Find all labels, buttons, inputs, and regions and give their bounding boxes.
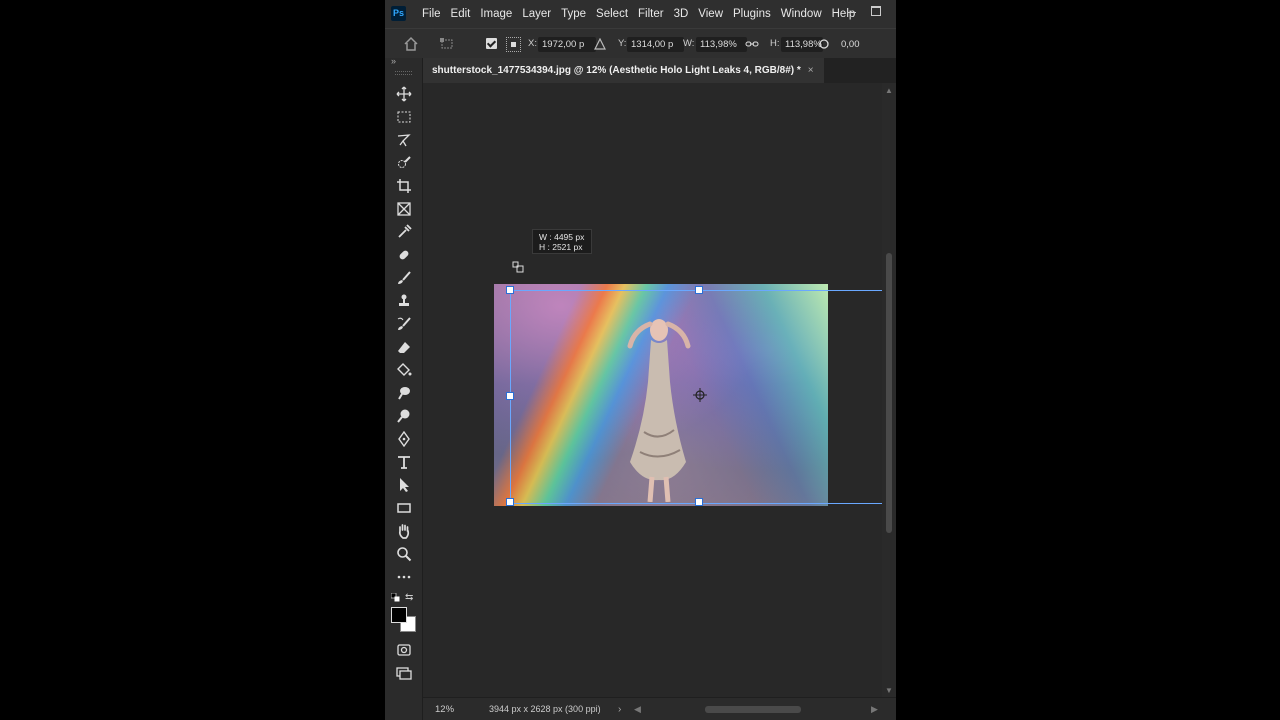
- swap-colors-icon[interactable]: ⇆: [405, 592, 413, 603]
- transform-handle-left[interactable]: [506, 392, 514, 400]
- zoom-tool-icon[interactable]: [391, 544, 417, 564]
- eyedropper-tool-icon[interactable]: [391, 222, 417, 242]
- maximize-window-icon[interactable]: [871, 6, 881, 16]
- vertical-scroll-thumb[interactable]: [886, 253, 892, 533]
- vertical-scrollbar[interactable]: ▲ ▼: [882, 83, 896, 697]
- zoom-level[interactable]: 12%: [435, 698, 454, 720]
- scroll-left-icon[interactable]: ◀: [634, 698, 641, 720]
- lasso-tool-icon[interactable]: [391, 130, 417, 150]
- link-aspect-icon[interactable]: [743, 29, 761, 59]
- y-position-field[interactable]: 1314,00 p: [627, 37, 684, 52]
- scroll-down-icon[interactable]: ▼: [885, 686, 893, 695]
- checkbox-icon[interactable]: [486, 38, 497, 49]
- width-percent-field[interactable]: 113,98%: [696, 37, 747, 52]
- scale-cursor-icon: [512, 261, 524, 273]
- hand-tool-icon[interactable]: [391, 521, 417, 541]
- delta-icon[interactable]: [592, 29, 608, 59]
- transform-handle-bottom[interactable]: [695, 498, 703, 506]
- transform-reference-point-icon[interactable]: [693, 388, 707, 402]
- transform-handle-top-left[interactable]: [506, 286, 514, 294]
- transform-mode-icon[interactable]: [437, 29, 457, 59]
- history-brush-tool-icon[interactable]: [391, 314, 417, 334]
- paint-bucket-tool-icon[interactable]: [391, 360, 417, 380]
- rectangle-tool-icon[interactable]: [391, 498, 417, 518]
- brush-tool-icon[interactable]: [391, 268, 417, 288]
- document-tab-title: shutterstock_1477534394.jpg @ 12% (Aesth…: [432, 65, 801, 76]
- dodge-tool-icon[interactable]: [391, 406, 417, 426]
- reference-point-icon[interactable]: [506, 37, 521, 52]
- crop-tool-icon[interactable]: [391, 176, 417, 196]
- minimize-window-icon[interactable]: [847, 8, 857, 18]
- panel-grip[interactable]: [395, 71, 412, 75]
- tools-panel: » ⇆: [385, 56, 423, 720]
- rotation-angle-field[interactable]: 0,00: [837, 37, 881, 52]
- menu-plugins[interactable]: Plugins: [728, 0, 776, 28]
- w-label: W:: [683, 38, 695, 49]
- rotate-icon[interactable]: [817, 29, 831, 59]
- tooltip-height: H : 2521 px: [539, 242, 583, 252]
- move-tool-icon[interactable]: [391, 84, 417, 104]
- document-tab-bar: shutterstock_1477534394.jpg @ 12% (Aesth…: [422, 58, 896, 83]
- document-tab[interactable]: shutterstock_1477534394.jpg @ 12% (Aesth…: [422, 58, 824, 83]
- menu-type[interactable]: Type: [556, 0, 591, 28]
- default-colors-icon[interactable]: [391, 593, 400, 602]
- menu-view[interactable]: View: [693, 0, 728, 28]
- menu-filter[interactable]: Filter: [633, 0, 669, 28]
- document-info: 3944 px x 2628 px (300 ppi): [489, 704, 601, 714]
- healing-brush-tool-icon[interactable]: [391, 245, 417, 265]
- canvas-area[interactable]: W : 4495 px H : 2521 px: [423, 83, 892, 697]
- frame-tool-icon[interactable]: [391, 199, 417, 219]
- options-bar: X: 1972,00 p Y: 1314,00 p W: 113,98% H: …: [385, 28, 896, 59]
- menu-image[interactable]: Image: [475, 0, 517, 28]
- transform-size-tooltip: W : 4495 px H : 2521 px: [532, 229, 592, 254]
- photoshop-window: Ps File Edit Image Layer Type Select Fil…: [385, 0, 896, 720]
- menu-layer[interactable]: Layer: [517, 0, 556, 28]
- pen-tool-icon[interactable]: [391, 429, 417, 449]
- status-bar: 12% 3944 px x 2628 px (300 ppi) › ◀ ▶: [423, 697, 896, 720]
- menu-bar: Ps File Edit Image Layer Type Select Fil…: [385, 0, 896, 28]
- horizontal-scroll-thumb[interactable]: [705, 706, 801, 713]
- smudge-tool-icon[interactable]: [391, 383, 417, 403]
- scroll-up-icon[interactable]: ▲: [885, 86, 893, 95]
- status-menu-icon[interactable]: ›: [618, 698, 621, 720]
- foreground-color-swatch[interactable]: [391, 607, 407, 623]
- more-tools-icon[interactable]: [391, 567, 417, 587]
- menu-edit[interactable]: Edit: [446, 0, 476, 28]
- menu-select[interactable]: Select: [591, 0, 633, 28]
- collapse-panel-icon[interactable]: »: [391, 56, 396, 66]
- screen-mode-icon[interactable]: [391, 663, 417, 683]
- close-tab-icon[interactable]: ×: [808, 65, 814, 76]
- transform-handle-top[interactable]: [695, 286, 703, 294]
- x-position-field[interactable]: 1972,00 p: [538, 37, 596, 52]
- home-icon[interactable]: [401, 29, 421, 59]
- x-label: X:: [528, 38, 537, 49]
- photoshop-logo-icon: Ps: [391, 6, 406, 21]
- transform-handle-bottom-left[interactable]: [506, 498, 514, 506]
- marquee-tool-icon[interactable]: [391, 107, 417, 127]
- h-label: H:: [770, 38, 780, 49]
- eraser-tool-icon[interactable]: [391, 337, 417, 357]
- menu-3d[interactable]: 3D: [669, 0, 694, 28]
- path-select-tool-icon[interactable]: [391, 475, 417, 495]
- menu-window[interactable]: Window: [776, 0, 827, 28]
- scroll-right-icon[interactable]: ▶: [871, 698, 878, 720]
- menu-file[interactable]: File: [417, 0, 446, 28]
- quick-select-tool-icon[interactable]: [391, 153, 417, 173]
- type-tool-icon[interactable]: [391, 452, 417, 472]
- y-label: Y:: [618, 38, 627, 49]
- clone-stamp-tool-icon[interactable]: [391, 291, 417, 311]
- quick-mask-icon[interactable]: [391, 640, 417, 660]
- tooltip-width: W : 4495 px: [539, 232, 585, 242]
